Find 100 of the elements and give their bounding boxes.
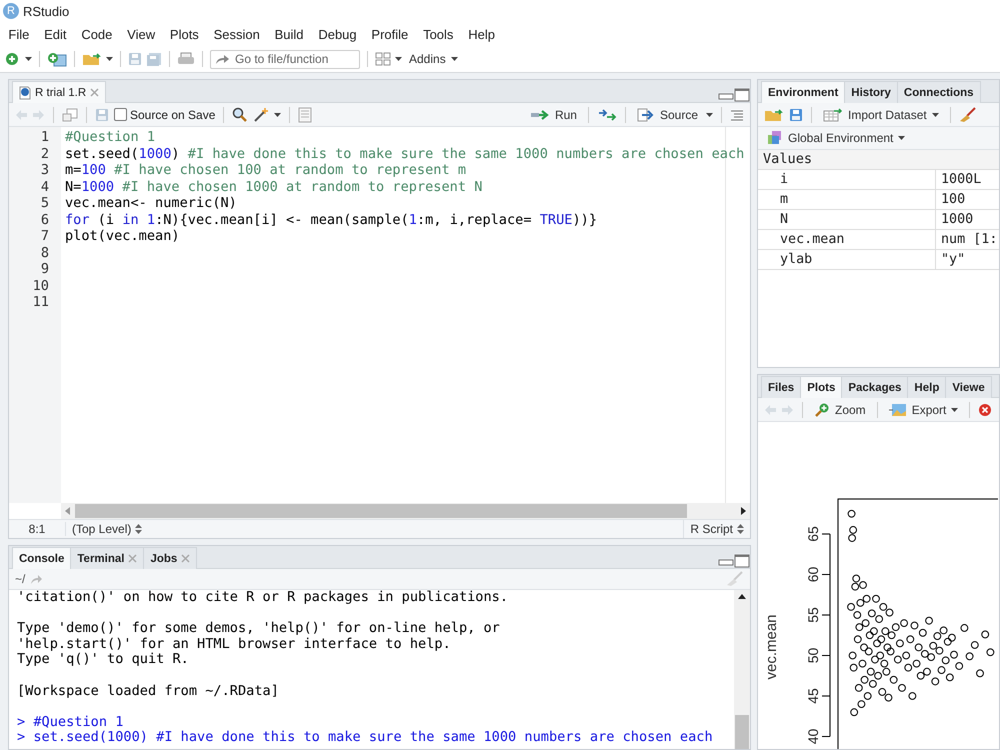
variable-name: i bbox=[758, 170, 936, 189]
vertical-scrollbar[interactable] bbox=[734, 590, 750, 749]
tick-label: 65 bbox=[805, 526, 821, 542]
close-icon[interactable] bbox=[90, 88, 100, 97]
tick-label: 60 bbox=[805, 566, 821, 582]
code-line: m=100 #I have chosen 100 at random to represent m bbox=[65, 162, 468, 178]
pane-tab[interactable]: Viewe bbox=[945, 376, 992, 398]
line-number: 4 bbox=[40, 178, 50, 195]
r-file-icon[interactable] bbox=[19, 86, 31, 100]
open-folder-icon[interactable] bbox=[764, 108, 784, 122]
code-line: N=1000 #I have chosen 1000 at random to represent N bbox=[65, 178, 484, 195]
horizontal-scrollbar[interactable] bbox=[61, 503, 750, 519]
output-text: 'help.start()' for an HTML browser interface to help. bbox=[17, 636, 452, 652]
magic-wand-icon[interactable] bbox=[253, 106, 270, 122]
menu-item[interactable]: Code bbox=[74, 26, 120, 42]
close-icon[interactable] bbox=[181, 554, 190, 563]
tick-label: 45 bbox=[805, 688, 821, 704]
menu-item[interactable]: Edit bbox=[36, 26, 74, 42]
image-icon[interactable] bbox=[888, 402, 907, 416]
tick-label: 55 bbox=[805, 607, 821, 623]
menu-item[interactable]: Session bbox=[206, 26, 268, 42]
go-to-directory-icon[interactable] bbox=[30, 573, 42, 585]
close-icon[interactable] bbox=[128, 554, 138, 563]
source-on-save-checkbox[interactable]: Source on Save bbox=[114, 108, 216, 122]
show-in-window-icon[interactable] bbox=[62, 106, 78, 122]
caret-icon[interactable] bbox=[25, 56, 32, 62]
output-text: Type 'q()' to quit R. bbox=[17, 652, 190, 668]
table-icon[interactable] bbox=[823, 108, 843, 122]
arrow-icon[interactable] bbox=[215, 52, 229, 64]
menu-item[interactable]: File bbox=[1, 26, 37, 42]
caret-icon[interactable] bbox=[274, 112, 282, 118]
pane-tab[interactable]: Plots bbox=[800, 376, 842, 398]
broom-icon[interactable] bbox=[958, 106, 977, 122]
file-type-selector[interactable]: R Script bbox=[683, 520, 750, 538]
source-arrow-icon[interactable] bbox=[636, 108, 655, 122]
pane-tab[interactable]: Files bbox=[761, 376, 802, 398]
caret-icon[interactable] bbox=[932, 112, 939, 118]
source-button[interactable]: Source bbox=[634, 108, 701, 122]
caret-icon[interactable] bbox=[951, 406, 958, 412]
pane-tab[interactable]: Console bbox=[12, 547, 72, 569]
scrollbar-thumb[interactable] bbox=[75, 504, 687, 518]
file-tab[interactable]: R trial 1.R bbox=[12, 81, 106, 103]
command-text: > #Question 1 bbox=[17, 714, 124, 730]
goto-file-field[interactable]: Go to file/function bbox=[210, 50, 360, 68]
caret-icon[interactable] bbox=[706, 112, 713, 118]
menu-item[interactable]: Plots bbox=[162, 26, 206, 42]
caret-icon[interactable] bbox=[106, 56, 113, 62]
variable-value: num [1: bbox=[940, 231, 998, 249]
caret-icon[interactable] bbox=[898, 135, 906, 141]
layers-icon[interactable] bbox=[767, 130, 783, 146]
maximize-icon[interactable] bbox=[734, 554, 750, 568]
pane-tab[interactable]: Terminal bbox=[70, 547, 144, 569]
pane-tab[interactable]: History bbox=[844, 81, 898, 103]
pane-tab[interactable]: Jobs bbox=[143, 547, 198, 569]
scrollbar-thumb[interactable] bbox=[735, 715, 749, 749]
line-number: 2 bbox=[40, 146, 50, 162]
print-icon[interactable] bbox=[177, 52, 195, 66]
code-line: #Question 1 bbox=[65, 129, 156, 146]
maximize-icon[interactable] bbox=[734, 88, 750, 102]
menu-item[interactable]: Help bbox=[460, 26, 502, 42]
rerun-icon[interactable] bbox=[596, 108, 617, 120]
line-number: 10 bbox=[32, 278, 50, 294]
save-icon[interactable] bbox=[789, 108, 803, 122]
menu-item[interactable]: Tools bbox=[416, 26, 461, 42]
menu-item[interactable]: Build bbox=[267, 26, 311, 42]
run-button[interactable]: Run bbox=[526, 108, 580, 122]
run-arrow-icon[interactable] bbox=[530, 108, 550, 120]
pane-tab[interactable]: Environment bbox=[761, 81, 846, 103]
export-button[interactable]: Export bbox=[886, 402, 962, 416]
menu-item[interactable]: View bbox=[120, 26, 163, 42]
updown-icon[interactable] bbox=[135, 524, 142, 534]
working-directory: ~/ bbox=[15, 572, 26, 586]
variable-name: m bbox=[758, 190, 936, 209]
variable-name: vec.mean bbox=[758, 230, 936, 249]
tick-label: 50 bbox=[805, 648, 821, 664]
pane-tab[interactable]: Help bbox=[907, 376, 946, 398]
search-icon[interactable] bbox=[232, 106, 248, 122]
line-number: 1 bbox=[40, 129, 50, 146]
menu-item[interactable]: Profile bbox=[364, 26, 416, 42]
line-number: 5 bbox=[40, 195, 50, 212]
zoom-icon[interactable] bbox=[814, 402, 830, 418]
notebook-icon[interactable] bbox=[298, 106, 312, 122]
zoom-button[interactable]: Zoom bbox=[811, 402, 869, 418]
remove-icon[interactable] bbox=[978, 402, 992, 416]
caret-icon[interactable] bbox=[395, 56, 402, 62]
pane-tab[interactable]: Packages bbox=[841, 376, 908, 398]
addins-menu[interactable]: Addins bbox=[406, 52, 461, 66]
caret-icon[interactable] bbox=[450, 56, 458, 62]
menu-item[interactable]: Debug bbox=[310, 26, 364, 42]
variable-value: 1000 bbox=[940, 211, 974, 229]
code-line: vec.mean<- numeric(N) bbox=[65, 195, 238, 212]
line-number: 6 bbox=[40, 212, 50, 228]
pane-tab[interactable]: Connections bbox=[896, 81, 981, 103]
section-header: Values bbox=[758, 150, 999, 170]
updown-icon[interactable] bbox=[737, 524, 744, 534]
line-number: 9 bbox=[40, 261, 50, 278]
outline-icon[interactable] bbox=[730, 108, 744, 120]
output-text: [Workspace loaded from ~/.RData] bbox=[17, 684, 280, 700]
new-project-icon[interactable] bbox=[47, 51, 67, 67]
scope-selector[interactable]: (Top Level) bbox=[66, 522, 148, 536]
